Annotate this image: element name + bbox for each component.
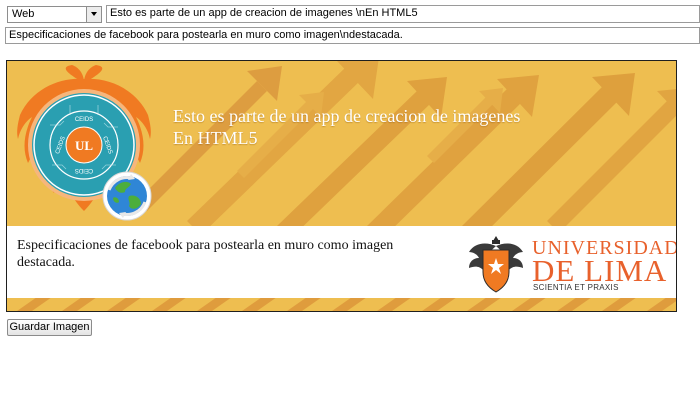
platform-select[interactable]: Web [7, 6, 102, 23]
ceids-ring-text-top: CEIDS [75, 117, 93, 123]
image-preview: Esto es parte de un app de creacion de i… [6, 60, 677, 312]
chevron-down-icon[interactable] [86, 7, 101, 22]
preview-title: Esto es parte de un app de creacion de i… [173, 106, 521, 148]
save-image-button[interactable]: Guardar Imagen [7, 319, 92, 336]
image-creator-page: Web Esto es parte de un app de creacion … [0, 0, 700, 400]
universidad-crest-icon [469, 236, 523, 293]
ceids-logo-center-letters: UL [75, 138, 93, 153]
preview-description: Especificaciones de facebook para postea… [17, 238, 394, 270]
ceids-ring-text-bottom: CEIDS [75, 167, 93, 173]
university-motto: SCIENTIA ET PRAXIS [533, 283, 619, 292]
title-input[interactable]: Esto es parte de un app de creacion de i… [106, 5, 700, 23]
description-input[interactable]: Especificaciones de facebook para postea… [5, 27, 700, 44]
universidad-de-lima-logo: UNIVERSIDAD DE LIMA SCIENTIA ET PRAXIS [465, 226, 676, 298]
globe-icon [102, 171, 152, 221]
platform-select-value: Web [12, 8, 35, 20]
